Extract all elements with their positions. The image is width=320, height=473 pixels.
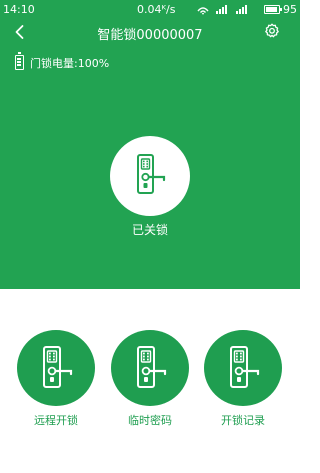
temporary-password-button[interactable]: 临时密码 [108, 330, 192, 430]
title-bar: 智能锁00000007 [0, 20, 300, 44]
door-lock-icon [137, 154, 166, 194]
lock-status-label: 已关锁 [131, 223, 168, 237]
action-circle [204, 330, 282, 406]
unlock-records-button[interactable]: 开锁记录 [201, 330, 285, 430]
door-lock-icon [43, 346, 73, 388]
temporary-password-label: 临时密码 [128, 414, 172, 427]
status-bar: 14:10 0.04ᴷ/s 95 [0, 0, 300, 20]
page-title: 智能锁00000007 [97, 28, 203, 43]
gear-icon[interactable] [263, 22, 281, 40]
header-panel: 14:10 0.04ᴷ/s 95 智能锁00000007 门锁电量:100% 已… [0, 0, 300, 289]
battery-icon [15, 52, 24, 70]
remote-unlock-label: 远程开锁 [34, 414, 78, 427]
door-lock-icon [230, 346, 260, 388]
unlock-records-label: 开锁记录 [221, 414, 265, 427]
action-circle [111, 330, 189, 406]
network-speed: 0.04ᴷ/s [137, 3, 176, 16]
action-circle [17, 330, 95, 406]
battery-status-icon [264, 5, 282, 14]
action-bar: 远程开锁 临时密码 开锁记录 [0, 330, 300, 440]
battery-status-fill [266, 7, 277, 12]
battery-level: 95 [283, 3, 297, 16]
remote-unlock-button[interactable]: 远程开锁 [14, 330, 98, 430]
door-lock-icon [137, 346, 167, 388]
status-time: 14:10 [3, 3, 35, 16]
signal-icon [196, 3, 256, 18]
lock-status-button[interactable] [110, 136, 190, 216]
lock-battery-text: 门锁电量:100% [30, 57, 110, 70]
